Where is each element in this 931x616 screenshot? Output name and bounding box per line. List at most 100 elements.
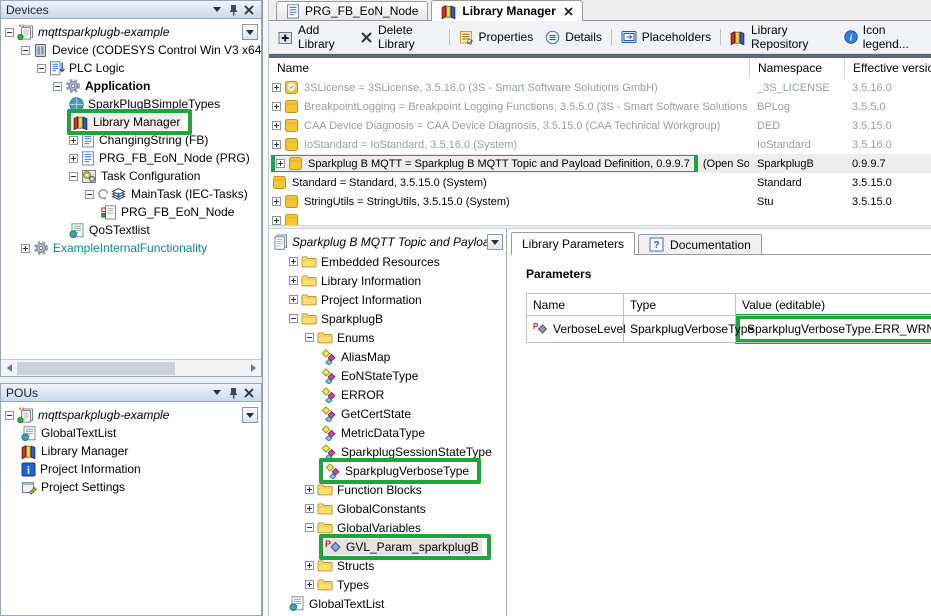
library-row-3slicense[interactable]: 3SLicense = 3SLicense, 3.5.16.0 (3S - Sm… (269, 78, 931, 97)
collapse-icon[interactable] (305, 333, 314, 342)
dropdown-button[interactable] (487, 234, 503, 250)
library-row-item[interactable] (269, 211, 931, 225)
tree-item-sparkplugverbosetype[interactable]: SparkplugVerboseType (269, 461, 506, 480)
expand-icon[interactable] (69, 136, 78, 145)
tree-item-project-information[interactable]: Project Information (269, 290, 506, 309)
tree-item-prg-fb-eon-node-prg[interactable]: PRG_FB_EoN_Node (PRG) (1, 149, 261, 167)
expand-icon[interactable] (272, 197, 281, 206)
delete-library-button[interactable]: Delete Library (354, 21, 446, 53)
tree-item-error[interactable]: ERROR (269, 385, 506, 404)
tree-item-library-manager[interactable]: Library Manager (1, 442, 261, 460)
tree-item-exampleinternalfunctionality[interactable]: ExampleInternalFunctionality (1, 239, 261, 257)
library-row-breakpointlogging[interactable]: BreakpointLogging = Breakpoint Logging F… (269, 97, 931, 116)
tree-item-eonstatetype[interactable]: EoNStateType (269, 366, 506, 385)
expand-icon[interactable] (305, 504, 314, 513)
tree-item-qostextlist[interactable]: QoSTextlist (1, 221, 261, 239)
tree-item-device-codesys-control-win-v3-x64[interactable]: Device (CODESYS Control Win V3 x64) (1, 41, 261, 59)
expand-icon[interactable] (272, 121, 281, 130)
collapse-icon[interactable] (5, 28, 14, 37)
expand-icon[interactable] (272, 140, 281, 149)
tree-item-maintask-iec-tasks[interactable]: MainTask (IEC-Tasks) (1, 185, 261, 203)
tree-item-getcertstate[interactable]: GetCertState (269, 404, 506, 423)
expand-icon[interactable] (289, 276, 298, 285)
tree-item-prg-fb-eon-node[interactable]: PRG_FB_EoN_Node (1, 203, 261, 221)
expand-icon[interactable] (289, 257, 298, 266)
collapse-icon[interactable] (305, 523, 314, 532)
tree-item-globaltextlist[interactable]: GlobalTextList (1, 424, 261, 442)
tab-close-icon[interactable] (564, 7, 573, 16)
column-header-effective-version[interactable]: Effective version (844, 58, 931, 78)
tree-item-mqttsparkplugb-example[interactable]: mqttsparkplugb-example (1, 406, 261, 424)
expand-icon[interactable] (21, 244, 30, 253)
expand-icon[interactable] (276, 159, 285, 168)
tab-documentation[interactable]: ?Documentation (638, 234, 762, 254)
placeholders-button[interactable]: Placeholders (615, 28, 717, 46)
pin-icon[interactable] (225, 2, 241, 17)
column-header-namespace[interactable]: Namespace (749, 58, 844, 78)
tree-item-types[interactable]: Types (269, 575, 506, 594)
tree-item-aliasmap[interactable]: AliasMap (269, 347, 506, 366)
tree-item-library-information[interactable]: Library Information (269, 271, 506, 290)
library-row-standard[interactable]: Standard = Standard, 3.5.15.0 (System)St… (269, 173, 931, 192)
collapse-icon[interactable] (5, 411, 14, 420)
param-row-verboselevel[interactable]: PVerboseLevelSparkplugVerboseTypeSparkpl… (527, 316, 931, 343)
collapse-icon[interactable] (21, 46, 30, 55)
library-row-caa[interactable]: CAA Device Diagnosis = CAA Device Diagno… (269, 116, 931, 135)
tab-library-parameters[interactable]: Library Parameters (511, 232, 635, 255)
collapse-icon[interactable] (37, 64, 46, 73)
tree-item-metricdatatype[interactable]: MetricDataType (269, 423, 506, 442)
collapse-icon[interactable] (289, 314, 298, 323)
icon-legend-button[interactable]: iIcon legend... (838, 21, 928, 53)
collapse-icon[interactable] (53, 82, 62, 91)
tree-item-plc-logic[interactable]: PLC Logic (1, 59, 261, 77)
expand-icon[interactable] (305, 485, 314, 494)
scroll-left-icon[interactable] (1, 360, 17, 376)
param-value-cell[interactable]: SparkplugVerboseType.ERR_WRN (736, 316, 931, 343)
tree-item-globalconstants[interactable]: GlobalConstants (269, 499, 506, 518)
expand-icon[interactable] (305, 580, 314, 589)
expand-icon[interactable] (272, 216, 281, 225)
panel-menu-icon[interactable] (209, 2, 225, 17)
tree-item-embedded-resources[interactable]: Embedded Resources (269, 252, 506, 271)
pin-icon[interactable] (225, 385, 241, 400)
expand-icon[interactable] (272, 102, 281, 111)
close-icon[interactable] (241, 385, 257, 400)
tree-item-project-settings[interactable]: Project Settings (1, 478, 261, 496)
library-row-iostandard[interactable]: IoStandard = IoStandard, 3.5.16.0 (Syste… (269, 135, 931, 154)
tree-item-library-manager[interactable]: Library Manager (1, 113, 261, 131)
expand-icon[interactable] (69, 154, 78, 163)
scroll-right-icon[interactable] (245, 360, 261, 376)
tree-item-sparkplug-b-mqtt-topic-and-payload[interactable]: Sparkplug B MQTT Topic and Payload (269, 232, 506, 252)
tab-prg-fb-eon-node[interactable]: PRG_FB_EoN_Node (276, 1, 428, 20)
panel-menu-icon[interactable] (209, 385, 225, 400)
details-button[interactable]: Details (539, 28, 608, 47)
devices-horizontal-scrollbar[interactable] (1, 359, 261, 376)
collapse-icon[interactable] (85, 190, 94, 199)
scrollbar-track[interactable] (17, 360, 245, 376)
library-row-stringutils[interactable]: StringUtils = StringUtils, 3.5.15.0 (Sys… (269, 192, 931, 211)
editor-area: PRG_FB_EoN_NodeLibrary Manager Add Libra… (269, 0, 931, 616)
properties-button[interactable]: Properties (453, 28, 540, 47)
tree-item-gvl-param-sparkplugb[interactable]: PGVL_Param_sparkplugB (269, 537, 506, 556)
library-name: Standard = Standard, 3.5.15.0 (System) (292, 177, 487, 189)
tree-item-project-information[interactable]: iProject Information (1, 460, 261, 478)
expand-icon[interactable] (272, 83, 281, 92)
add-library-button[interactable]: Add Library (272, 21, 354, 53)
expand-icon[interactable] (305, 561, 314, 570)
tree-item-enums[interactable]: Enums (269, 328, 506, 347)
close-icon[interactable] (241, 2, 257, 17)
tree-item-task-configuration[interactable]: Task Configuration (1, 167, 261, 185)
library-row-sparkplug[interactable]: Sparkplug B MQTT = Sparkplug B MQTT Topi… (269, 154, 931, 173)
tree-item-mqttsparkplugb-example[interactable]: mqttsparkplugb-example (1, 23, 261, 41)
dropdown-button[interactable] (242, 407, 258, 423)
collapse-icon[interactable] (69, 172, 78, 181)
dropdown-button[interactable] (242, 24, 258, 40)
tab-library-manager[interactable]: Library Manager (431, 0, 582, 21)
tree-item-application[interactable]: Application (1, 77, 261, 95)
column-header-name[interactable]: Name (269, 58, 749, 78)
expand-icon[interactable] (289, 295, 298, 304)
tree-item-globaltextlist[interactable]: GlobalTextList (269, 594, 506, 613)
scrollbar-thumb[interactable] (17, 362, 175, 375)
tree-item-sparkplugb[interactable]: SparkplugB (269, 309, 506, 328)
library-repository-button[interactable]: Library Repository (724, 21, 838, 53)
